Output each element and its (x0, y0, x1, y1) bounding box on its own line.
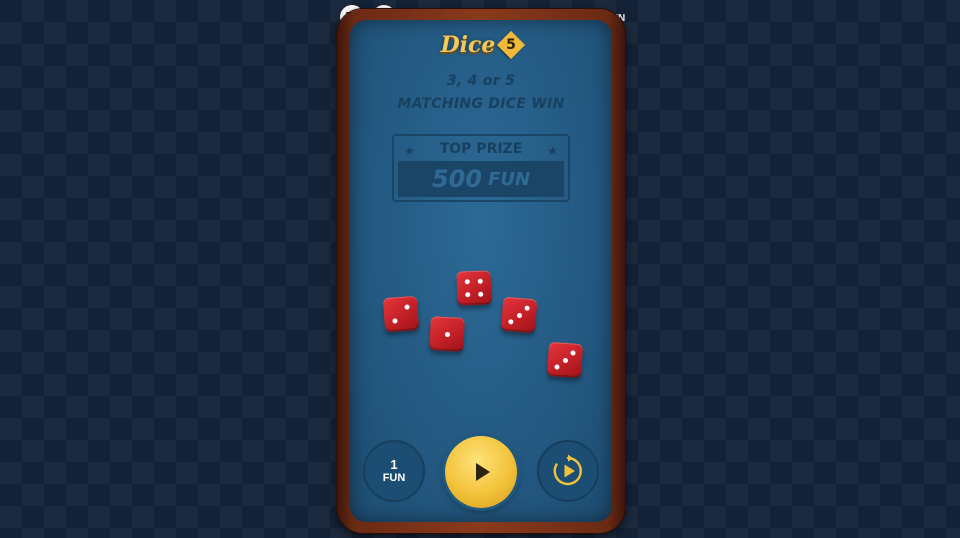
top-prize-unit: FUN (488, 168, 531, 190)
die-pip (516, 312, 522, 318)
die-pip (508, 319, 514, 325)
logo-text: Dice (440, 32, 496, 58)
top-prize-panel: ★ ★ TOP PRIZE 500 FUN (392, 134, 570, 202)
die (546, 341, 584, 379)
bet-button[interactable]: 1 FUN (363, 440, 425, 502)
die-pip (392, 318, 398, 324)
die-pip (444, 331, 450, 337)
top-prize-amount: 500 (431, 165, 483, 193)
die (429, 316, 465, 352)
die (500, 296, 538, 334)
autoplay-icon (553, 454, 582, 486)
die-pip (570, 350, 576, 356)
die-pip (554, 364, 560, 370)
tagline-line-1: 3, 4 or 5 (446, 73, 516, 89)
play-button[interactable] (445, 436, 517, 508)
die-pip (477, 278, 484, 284)
autoplay-button[interactable] (537, 440, 599, 502)
die (456, 270, 492, 306)
play-icon (476, 463, 490, 481)
die (382, 295, 420, 333)
top-prize-value: 500 FUN (398, 161, 564, 197)
bet-amount: 1 (390, 456, 398, 472)
die-pip (562, 357, 568, 363)
tagline-line-2: MATCHING DICE WIN (397, 96, 565, 112)
game-logo: Dice 5 (350, 30, 612, 59)
logo-badge-number: 5 (506, 36, 517, 53)
bet-unit: FUN (382, 471, 406, 484)
logo-badge: 5 (497, 30, 526, 59)
die-pip (464, 278, 470, 285)
die-pip (478, 291, 484, 298)
top-prize-label: TOP PRIZE (439, 141, 523, 157)
die-pip (464, 292, 471, 298)
die-pip (404, 304, 410, 310)
die-pip (524, 305, 530, 311)
